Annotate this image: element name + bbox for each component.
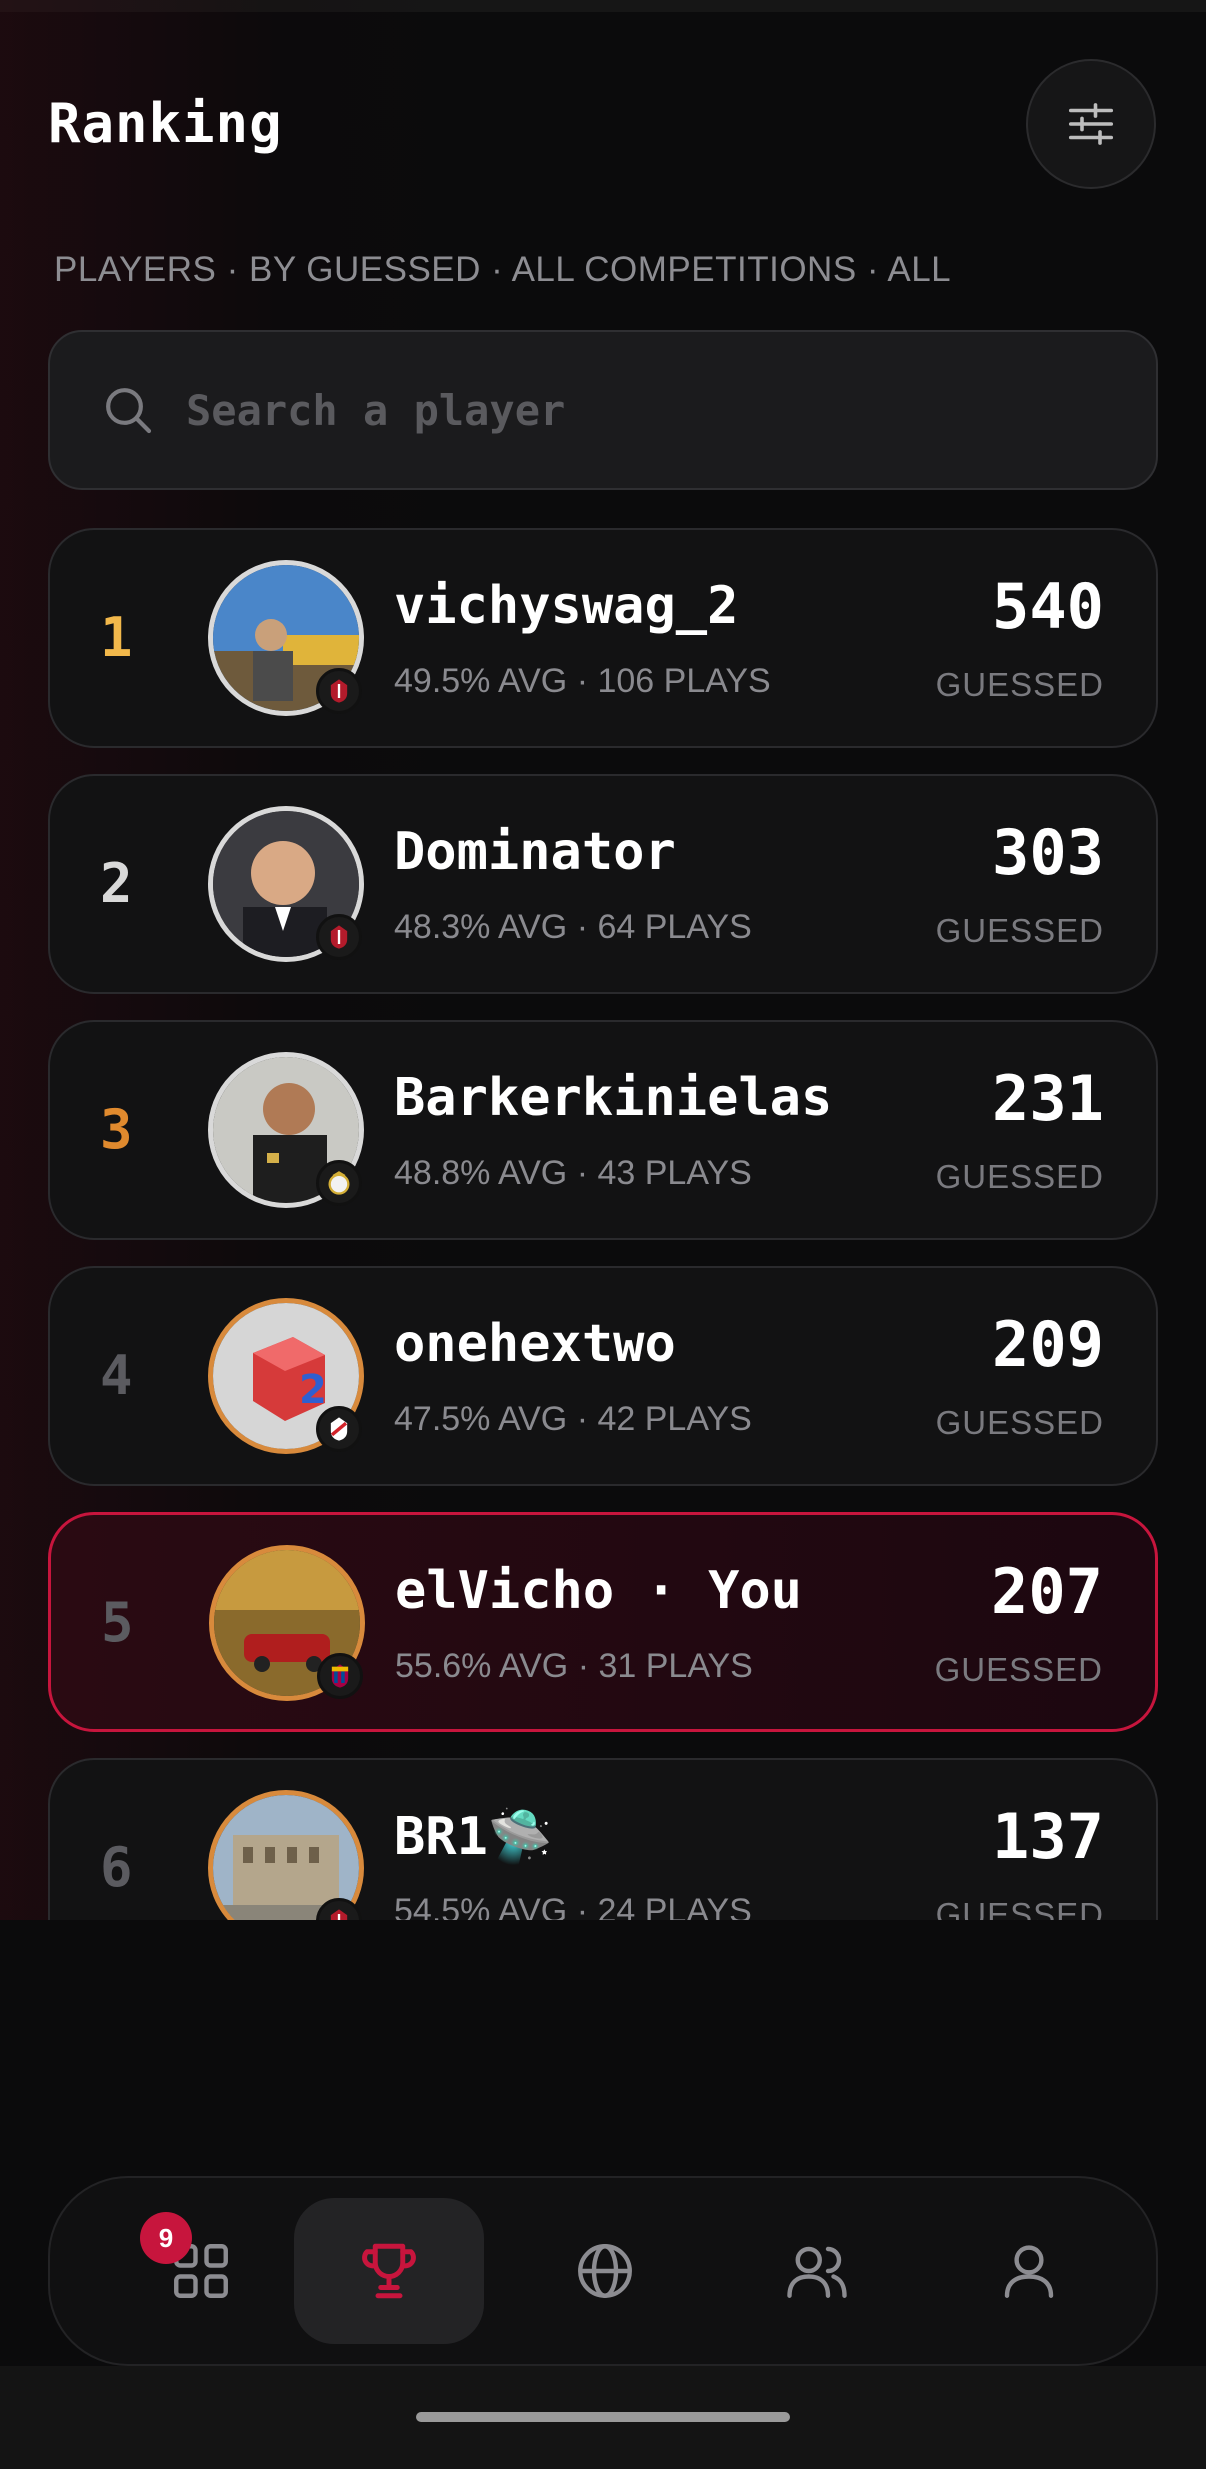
nav-friends[interactable] [722, 2198, 912, 2344]
guessed-label: GUESSED [935, 1404, 1104, 1441]
club-badge-icon [316, 914, 362, 960]
club-badge-icon [316, 1160, 362, 1206]
filter-summary: PLAYERS · BY GUESSED · ALL COMPETITIONS … [54, 250, 952, 289]
globe-icon [578, 2244, 632, 2298]
guessed-count: 303 [992, 816, 1104, 889]
guessed-label: GUESSED [934, 1651, 1103, 1688]
player-name: elVicho · You [395, 1561, 802, 1621]
club-badge-icon [316, 668, 362, 714]
player-stats: 49.5% AVG · 106 PLAYS [394, 662, 771, 700]
avatar [208, 806, 364, 962]
rank-number: 5 [101, 1591, 134, 1654]
bottom-navigation [48, 2176, 1158, 2366]
player-stats: 48.3% AVG · 64 PLAYS [394, 908, 752, 946]
avatar [209, 1545, 365, 1701]
guessed-count: 231 [992, 1062, 1104, 1135]
nav-home[interactable] [106, 2198, 296, 2344]
rank-number: 3 [100, 1098, 133, 1161]
guessed-count: 540 [992, 570, 1104, 643]
user-icon [1004, 2245, 1054, 2298]
avatar [208, 1790, 364, 1920]
player-stats: 47.5% AVG · 42 PLAYS [394, 1400, 752, 1438]
nav-ranking[interactable] [294, 2198, 484, 2344]
search-placeholder: Search a player [186, 385, 566, 435]
guessed-count: 207 [991, 1555, 1103, 1628]
nav-global[interactable] [510, 2198, 700, 2344]
ranking-row[interactable]: 3 Barkerkinielas 48.8% AVG · 43 PLAYS 23… [48, 1020, 1158, 1240]
nav-profile[interactable] [934, 2198, 1124, 2344]
home-indicator[interactable] [416, 2412, 790, 2422]
rank-number: 2 [100, 852, 133, 915]
player-name: onehextwo [394, 1314, 676, 1374]
ranking-row[interactable]: 4 2 onehextwo 47.5% AVG · 42 PLAYS 209 G… [48, 1266, 1158, 1486]
list-cutoff-area [0, 1920, 1206, 2180]
guessed-label: GUESSED [935, 1896, 1104, 1920]
player-name: Dominator [394, 822, 676, 882]
club-badge-icon [316, 1406, 362, 1452]
guessed-label: GUESSED [935, 912, 1104, 949]
player-name: Barkerkinielas [394, 1068, 833, 1128]
ranking-row[interactable]: 2 Dominator 48.3% AVG · 64 PLAYS 303 GUE… [48, 774, 1158, 994]
search-icon [106, 388, 152, 434]
avatar: 2 [208, 1298, 364, 1454]
guessed-count: 137 [992, 1800, 1104, 1873]
svg-text:2: 2 [299, 1367, 327, 1413]
player-stats: 54.5% AVG · 24 PLAYS [394, 1892, 752, 1920]
player-stats: 55.6% AVG · 31 PLAYS [395, 1647, 753, 1685]
player-name: vichyswag_2 [394, 576, 739, 636]
ranking-list: 1 vichyswag_2 49.5% AVG · 106 PLAYS 540 … [48, 528, 1158, 1920]
users-icon [787, 2246, 847, 2298]
sliders-icon [1068, 103, 1114, 145]
ranking-row[interactable]: 1 vichyswag_2 49.5% AVG · 106 PLAYS 540 … [48, 528, 1158, 748]
status-bar [0, 0, 1206, 12]
rank-number: 1 [100, 606, 133, 669]
notification-badge: 9 [140, 2212, 192, 2264]
search-input[interactable]: Search a player [48, 330, 1158, 490]
guessed-label: GUESSED [935, 1158, 1104, 1195]
ranking-row-current-user[interactable]: 5 elVicho · You 55.6% AVG · 31 PLAYS 207… [48, 1512, 1158, 1732]
page-title: Ranking [48, 92, 283, 155]
guessed-count: 209 [992, 1308, 1104, 1381]
trophy-icon [362, 2243, 416, 2299]
rank-number: 4 [100, 1344, 133, 1407]
filter-button[interactable] [1026, 59, 1156, 189]
avatar [208, 560, 364, 716]
ranking-row[interactable]: 6 BR1🛸 54.5% AVG · 24 PLAYS 137 GUESSED [48, 1758, 1158, 1920]
avatar [208, 1052, 364, 1208]
club-badge-icon [317, 1653, 363, 1699]
player-name: BR1🛸 [394, 1807, 553, 1867]
guessed-label: GUESSED [935, 666, 1104, 703]
player-stats: 48.8% AVG · 43 PLAYS [394, 1154, 752, 1192]
rank-number: 6 [100, 1836, 133, 1899]
